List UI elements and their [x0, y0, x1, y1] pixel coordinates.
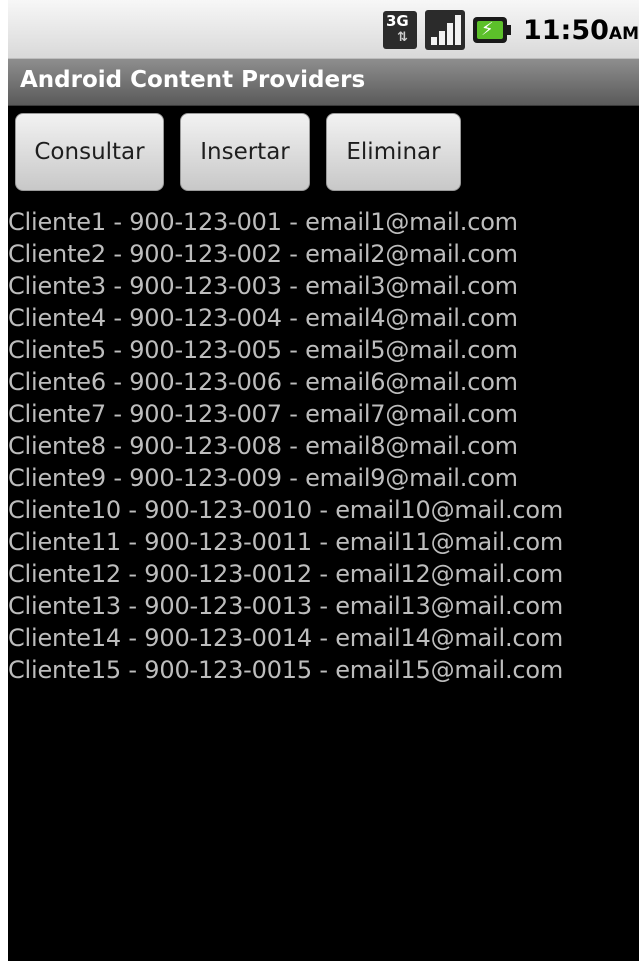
client-list-item: Cliente12 - 900-123-0012 - email12@mail.…	[8, 560, 564, 588]
battery-charging-icon: ⚡	[472, 15, 511, 45]
client-list-item: Cliente8 - 900-123-008 - email8@mail.com	[8, 432, 518, 460]
client-list-item: Cliente9 - 900-123-009 - email9@mail.com	[8, 464, 518, 492]
client-list-item: Cliente7 - 900-123-007 - email7@mail.com	[8, 400, 518, 428]
client-list-item: Cliente10 - 900-123-0010 - email10@mail.…	[8, 496, 564, 524]
status-icons: 3G ⇅ ⚡ 11:50AM	[382, 8, 639, 52]
client-list-item: Cliente14 - 900-123-0014 - email14@mail.…	[8, 624, 564, 652]
3g-data-icon: 3G ⇅	[382, 11, 417, 49]
client-list-item: Cliente6 - 900-123-006 - email6@mail.com	[8, 368, 518, 396]
screen-bezel	[0, 0, 8, 961]
client-list-item: Cliente13 - 900-123-0013 - email13@mail.…	[8, 592, 564, 620]
network-type-label: 3G	[385, 12, 409, 30]
client-list-item: Cliente1 - 900-123-001 - email1@mail.com	[8, 208, 518, 236]
client-list: Cliente1 - 900-123-001 - email1@mail.com…	[8, 206, 639, 686]
app-title: Android Content Providers	[20, 67, 366, 93]
client-list-item: Cliente2 - 900-123-002 - email2@mail.com	[8, 240, 518, 268]
client-list-item: Cliente3 - 900-123-003 - email3@mail.com	[8, 272, 518, 300]
query-button[interactable]: Consultar	[15, 113, 164, 191]
action-button-row: Consultar Insertar Eliminar	[8, 113, 639, 193]
app-title-bar: Android Content Providers	[8, 59, 639, 106]
insert-button[interactable]: Insertar	[180, 113, 310, 191]
status-bar: 3G ⇅ ⚡ 11:50AM	[8, 0, 639, 59]
signal-strength-icon	[424, 10, 465, 50]
client-list-item: Cliente15 - 900-123-0015 - email15@mail.…	[8, 656, 564, 684]
client-list-item: Cliente11 - 900-123-0011 - email11@mail.…	[8, 528, 564, 556]
client-list-item: Cliente5 - 900-123-005 - email5@mail.com	[8, 336, 518, 364]
delete-button[interactable]: Eliminar	[326, 113, 461, 191]
clock-ampm: AM	[608, 23, 639, 44]
clock-time: 11:50	[522, 14, 609, 46]
data-activity-arrows-icon: ⇅	[396, 30, 408, 45]
client-list-item: Cliente4 - 900-123-004 - email4@mail.com	[8, 304, 518, 332]
device-screen: 3G ⇅ ⚡ 11:50AM Android Content Providers	[0, 0, 639, 961]
status-clock: 11:50AM	[523, 15, 639, 46]
